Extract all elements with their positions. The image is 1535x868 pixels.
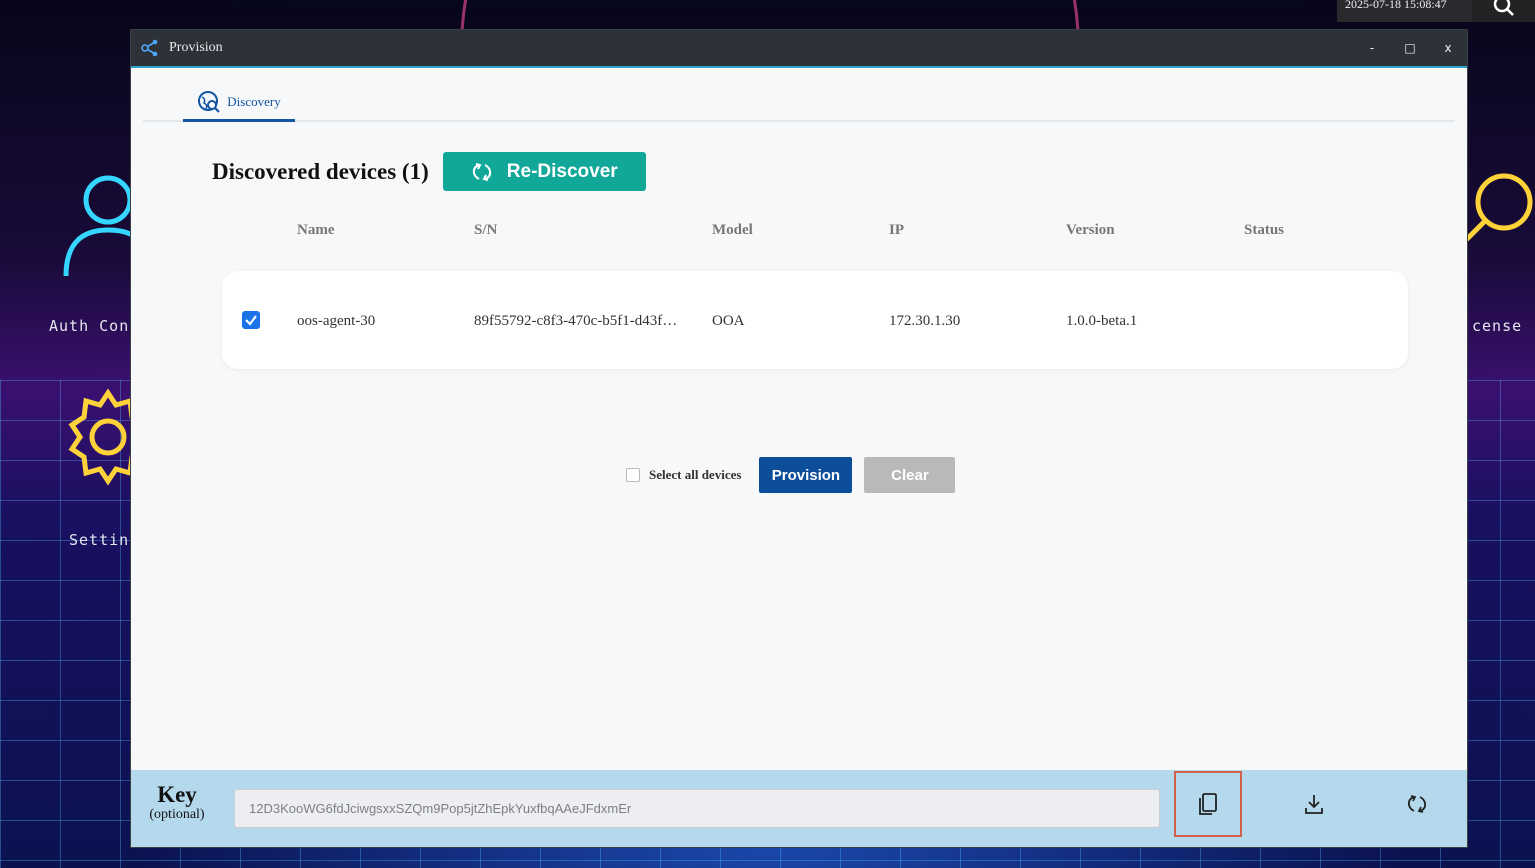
device-version: 1.0.0-beta.1 bbox=[1066, 313, 1138, 329]
key-bar: Key (optional) bbox=[131, 770, 1467, 847]
table-row[interactable]: oos-agent-30 89f55792-c8f3-470c-b5f1-d43… bbox=[222, 271, 1408, 369]
desktop-icon-label-license[interactable]: cense bbox=[1472, 317, 1522, 335]
column-header-name[interactable]: Name bbox=[297, 222, 335, 239]
key-icon bbox=[1464, 173, 1533, 242]
key-input[interactable] bbox=[234, 789, 1160, 828]
check-icon bbox=[245, 315, 257, 326]
copy-key-button[interactable] bbox=[1174, 771, 1242, 837]
tab-bar: Discovery bbox=[143, 68, 1455, 122]
download-key-button[interactable] bbox=[1280, 771, 1348, 837]
column-header-ip[interactable]: IP bbox=[889, 222, 904, 239]
download-icon bbox=[1305, 795, 1323, 814]
clear-button[interactable]: Clear bbox=[864, 457, 956, 493]
column-header-status[interactable]: Status bbox=[1244, 222, 1284, 239]
device-name: oos-agent-30 bbox=[297, 313, 376, 329]
column-header-version[interactable]: Version bbox=[1066, 222, 1115, 239]
provision-actions: Select all devices Provision Clear bbox=[626, 457, 956, 493]
discovery-header: Discovered devices (1) Re-Discover bbox=[212, 152, 646, 191]
select-all-label[interactable]: Select all devices bbox=[649, 467, 741, 483]
desktop-icon-label-auth[interactable]: Auth Con bbox=[49, 317, 129, 335]
select-all-checkbox[interactable] bbox=[626, 468, 640, 482]
key-label: Key (optional) bbox=[149, 783, 205, 823]
device-select-checkbox[interactable] bbox=[242, 311, 260, 329]
share-network-icon bbox=[141, 38, 161, 58]
key-title: Key bbox=[157, 782, 197, 807]
close-button[interactable]: x bbox=[1429, 30, 1467, 66]
window-titlebar[interactable]: Provision - □ x bbox=[131, 30, 1467, 68]
gear-icon bbox=[68, 388, 138, 486]
rediscover-label: Re-Discover bbox=[506, 160, 618, 182]
system-clock: 2025-07-18 15:08:47 bbox=[1337, 0, 1472, 22]
device-ip: 172.30.1.30 bbox=[889, 313, 961, 329]
search-icon bbox=[1493, 0, 1514, 16]
provision-button[interactable]: Provision bbox=[759, 457, 853, 493]
page-title: Discovered devices (1) bbox=[212, 158, 429, 184]
rediscover-button[interactable]: Re-Discover bbox=[442, 152, 646, 191]
refresh-icon bbox=[472, 162, 491, 181]
window-title: Provision bbox=[169, 40, 223, 55]
regenerate-key-button[interactable] bbox=[1383, 771, 1451, 837]
maximize-button[interactable]: □ bbox=[1391, 30, 1429, 66]
minimize-button[interactable]: - bbox=[1353, 30, 1391, 66]
column-header-sn[interactable]: S/N bbox=[474, 222, 497, 239]
tab-discovery[interactable]: Discovery bbox=[183, 85, 295, 122]
window-controls: - □ x bbox=[1353, 30, 1467, 66]
device-model: OOA bbox=[712, 313, 745, 329]
desktop-icon-label-settings[interactable]: Settin bbox=[69, 531, 129, 549]
tab-discovery-label: Discovery bbox=[227, 94, 281, 109]
column-header-model[interactable]: Model bbox=[712, 222, 753, 239]
desktop-search-button[interactable] bbox=[1472, 0, 1535, 22]
key-optional-note: (optional) bbox=[149, 807, 205, 822]
provision-window: Provision - □ x Discovery Discovered dev… bbox=[130, 29, 1468, 848]
refresh-icon bbox=[1407, 795, 1427, 813]
device-sn: 89f55792-c8f3-470c-b5f1-d43f… bbox=[474, 313, 678, 329]
globe-search-icon bbox=[198, 91, 221, 113]
copy-icon bbox=[1199, 793, 1217, 815]
